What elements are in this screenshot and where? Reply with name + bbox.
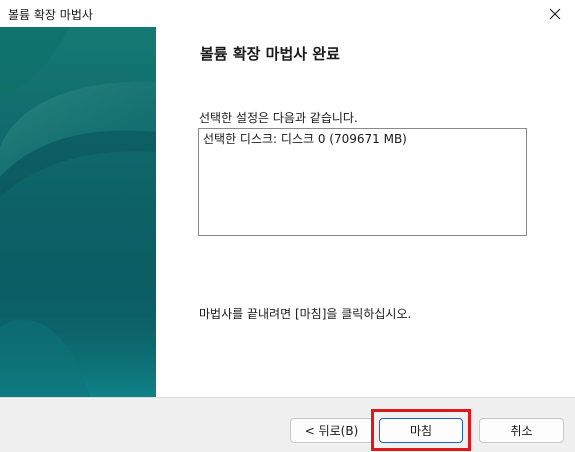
window-title: 볼륨 확장 마법사 [8, 8, 93, 22]
back-button[interactable]: < 뒤로(B) [290, 418, 373, 443]
settings-summary-box[interactable]: 선택한 디스크: 디스크 0 (709671 MB) [198, 128, 527, 236]
finish-button[interactable]: 마침 [379, 418, 463, 443]
settings-intro-text: 선택한 설정은 다음과 같습니다. [199, 111, 358, 125]
close-button[interactable] [535, 0, 575, 27]
wizard-sidebar-graphic [0, 27, 156, 397]
close-icon [549, 8, 561, 20]
title-bar[interactable]: 볼륨 확장 마법사 [0, 0, 575, 27]
wizard-button-bar: < 뒤로(B) 마침 취소 [0, 397, 575, 452]
wizard-content: 볼륨 확장 마법사 완료 선택한 설정은 다음과 같습니다. 선택한 디스크: … [156, 27, 575, 397]
settings-line-selected-disk: 선택한 디스크: 디스크 0 (709671 MB) [203, 132, 407, 146]
page-title: 볼륨 확장 마법사 완료 [200, 45, 340, 63]
volume-extend-wizard-window: 볼륨 확장 마법사 볼륨 확장 마법사 완료 선택한 설정은 다음과 같습니다.… [0, 0, 575, 452]
finish-instruction-text: 마법사를 끝내려면 [마침]을 클릭하십시오. [199, 307, 412, 321]
cancel-button[interactable]: 취소 [479, 418, 564, 443]
